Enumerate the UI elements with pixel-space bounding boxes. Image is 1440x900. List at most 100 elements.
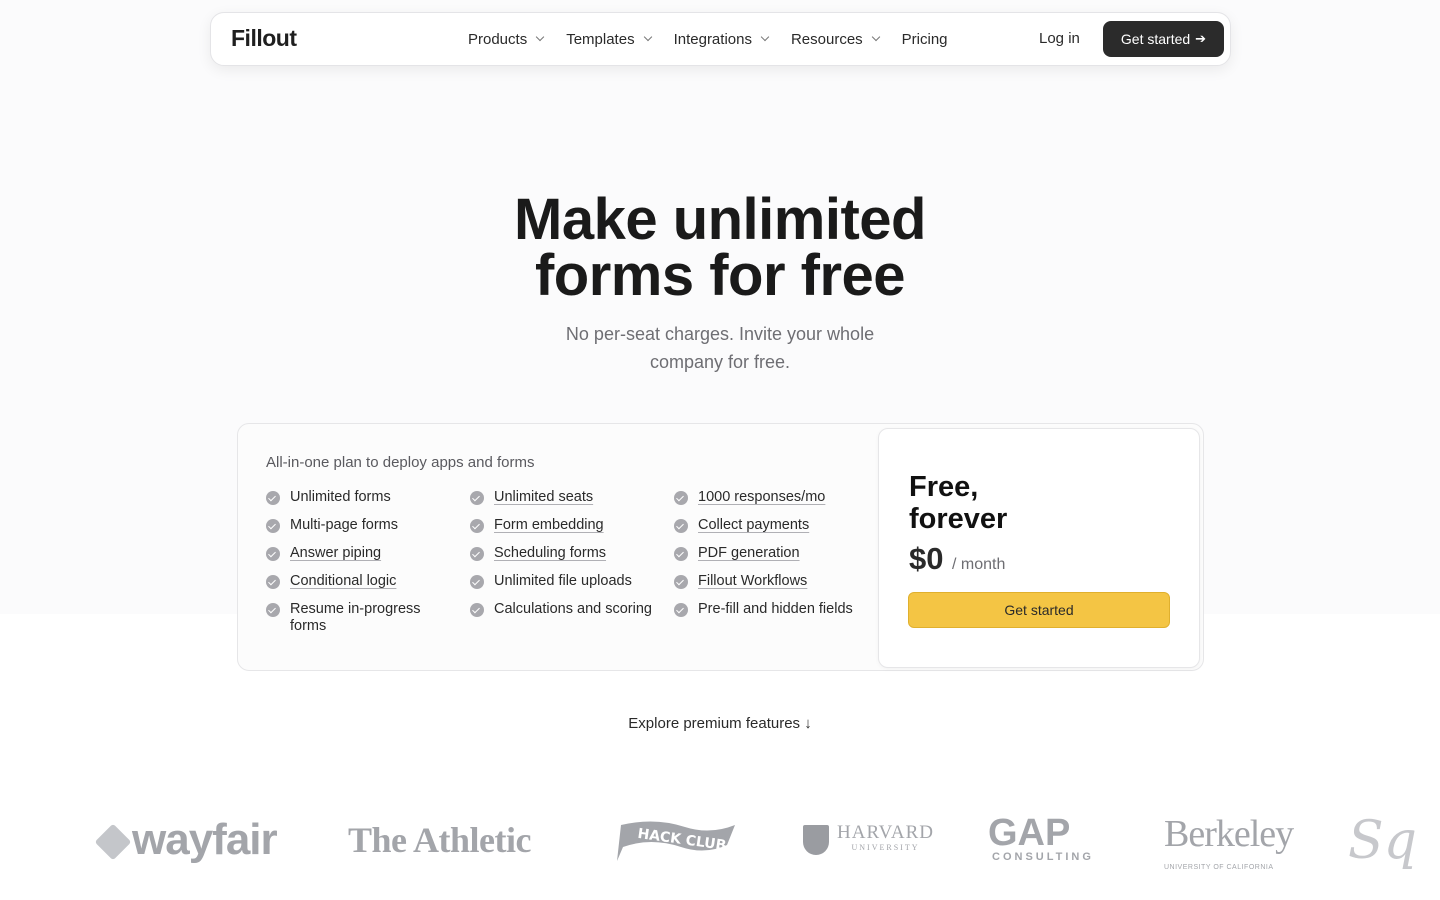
feature-item: Calculations and scoring (470, 601, 655, 641)
chevron-down-icon (535, 32, 545, 42)
feature-label: Multi-page forms (290, 517, 398, 533)
check-circle-icon (470, 547, 484, 561)
nav-item-label: Resources (790, 30, 863, 48)
check-circle-icon (470, 519, 484, 533)
feature-label[interactable]: Fillout Workflows (698, 573, 807, 590)
nav-menu: Products Templates Integrations Resource… (468, 13, 971, 65)
feature-label[interactable]: Unlimited seats (494, 489, 593, 506)
price-title-line2: forever (909, 503, 1008, 535)
gap-sub: CONSULTING (992, 851, 1094, 863)
hero-subtitle: No per-seat charges. Invite your whole c… (565, 324, 875, 372)
feature-item: Pre-fill and hidden fields (674, 601, 859, 641)
feature-item[interactable]: Conditional logic (266, 573, 451, 601)
hack-club-logo: HACK CLUB (615, 819, 737, 863)
nav-item-label: Templates (566, 30, 635, 48)
free-plan-card: All-in-one plan to deploy apps and forms… (237, 423, 1204, 671)
nav-item-label: Products (468, 30, 528, 48)
berkeley-sub: UNIVERSITY OF CALIFORNIA (1164, 864, 1274, 871)
check-circle-icon (266, 547, 280, 561)
check-circle-icon (266, 603, 280, 617)
check-circle-icon (674, 547, 688, 561)
price-card: Free, forever $0 / month Get started (878, 428, 1200, 668)
feature-item[interactable]: Scheduling forms (470, 545, 655, 573)
gap-wordmark: GAP (988, 812, 1071, 854)
nav-item-templates[interactable]: Templates (566, 30, 652, 48)
feature-item[interactable]: Fillout Workflows (674, 573, 859, 601)
feature-label[interactable]: Conditional logic (290, 573, 396, 590)
explore-premium-link[interactable]: Explore premium features ↓ (560, 715, 880, 732)
gap-consulting-logo: GAP CONSULTING (988, 812, 1094, 863)
hack-club-flag-icon: HACK CLUB (617, 821, 735, 861)
fillout-logo[interactable]: Fillout (231, 25, 297, 52)
chevron-down-icon (760, 32, 770, 42)
wayfair-mark-icon (94, 823, 132, 861)
check-circle-icon (674, 519, 688, 533)
plan-heading: All-in-one plan to deploy apps and forms (266, 454, 535, 471)
feature-item: Resume in-progress forms (266, 601, 451, 641)
check-circle-icon (674, 603, 688, 617)
get-started-label: Get started (1120, 31, 1191, 47)
square-logo: Sq (1348, 811, 1417, 871)
berkeley-logo: Berkeley UNIVERSITY OF CALIFORNIA (1164, 815, 1294, 885)
arrow-right-icon: ➔ (1195, 31, 1207, 46)
login-link[interactable]: Log in (1039, 30, 1080, 47)
wayfair-wordmark: wayfair (132, 815, 278, 864)
feature-label[interactable]: Form embedding (494, 517, 604, 534)
feature-item[interactable]: PDF generation (674, 545, 859, 573)
feature-column-2: Unlimited seats Form embedding Schedulin… (470, 489, 655, 641)
check-circle-icon (266, 575, 280, 589)
check-circle-icon (470, 603, 484, 617)
check-circle-icon (266, 491, 280, 505)
nav-item-label: Pricing (901, 30, 948, 48)
check-circle-icon (674, 491, 688, 505)
feature-item: Unlimited file uploads (470, 573, 655, 601)
feature-label: Unlimited forms (290, 489, 391, 505)
harvard-sub: UNIVERSITY (851, 843, 920, 852)
feature-column-3: 1000 responses/mo Collect payments PDF g… (674, 489, 859, 641)
plan-get-started-button[interactable]: Get started (908, 592, 1170, 628)
check-circle-icon (266, 519, 280, 533)
feature-label: Unlimited file uploads (494, 573, 632, 589)
the-athletic-logo: The Athletic (348, 820, 531, 860)
wayfair-logo: wayfair (94, 815, 278, 865)
berkeley-wordmark: Berkeley (1164, 813, 1294, 855)
get-started-button[interactable]: Get started ➔ (1103, 21, 1224, 57)
feature-item: Unlimited forms (266, 489, 451, 517)
customer-logos: wayfair The Athletic HACK CLUB HARVARD U… (0, 805, 1440, 885)
harvard-shield-icon (803, 825, 829, 855)
nav-item-integrations[interactable]: Integrations (673, 30, 770, 48)
price-title: Free, forever (909, 471, 1007, 535)
hero-title: Make unlimited forms for free (420, 191, 1020, 305)
nav-item-products[interactable]: Products (468, 30, 545, 48)
chevron-down-icon (643, 32, 652, 42)
feature-item[interactable]: 1000 responses/mo (674, 489, 859, 517)
feature-label[interactable]: PDF generation (698, 545, 800, 562)
nav-item-resources[interactable]: Resources (790, 30, 880, 48)
price-period: / month (952, 556, 1006, 573)
feature-column-1: Unlimited forms Multi-page forms Answer … (266, 489, 451, 641)
chevron-down-icon (871, 32, 880, 42)
price-title-line1: Free, (909, 471, 979, 503)
feature-item[interactable]: Collect payments (674, 517, 859, 545)
check-circle-icon (470, 575, 484, 589)
nav-item-label: Integrations (673, 30, 752, 48)
top-navbar: Fillout Products Templates Integrations … (210, 12, 1231, 66)
harvard-wordmark: HARVARD UNIVERSITY (837, 823, 934, 855)
feature-label: Resume in-progress forms (290, 601, 421, 634)
hero-title-line2: forms for free (534, 243, 906, 308)
check-circle-icon (674, 575, 688, 589)
price-amount: $0 (909, 541, 944, 576)
check-circle-icon (470, 491, 484, 505)
feature-item[interactable]: Form embedding (470, 517, 655, 545)
feature-item[interactable]: Answer piping (266, 545, 451, 573)
feature-label[interactable]: Answer piping (290, 545, 381, 562)
nav-item-pricing[interactable]: Pricing (902, 31, 948, 48)
feature-item[interactable]: Unlimited seats (470, 489, 655, 517)
harvard-logo: HARVARD UNIVERSITY (803, 823, 934, 855)
feature-label[interactable]: Collect payments (698, 517, 809, 534)
feature-label: Pre-fill and hidden fields (698, 601, 853, 617)
feature-label[interactable]: 1000 responses/mo (698, 489, 825, 506)
feature-label[interactable]: Scheduling forms (494, 545, 606, 562)
feature-label: Calculations and scoring (494, 601, 652, 617)
feature-item: Multi-page forms (266, 517, 451, 545)
